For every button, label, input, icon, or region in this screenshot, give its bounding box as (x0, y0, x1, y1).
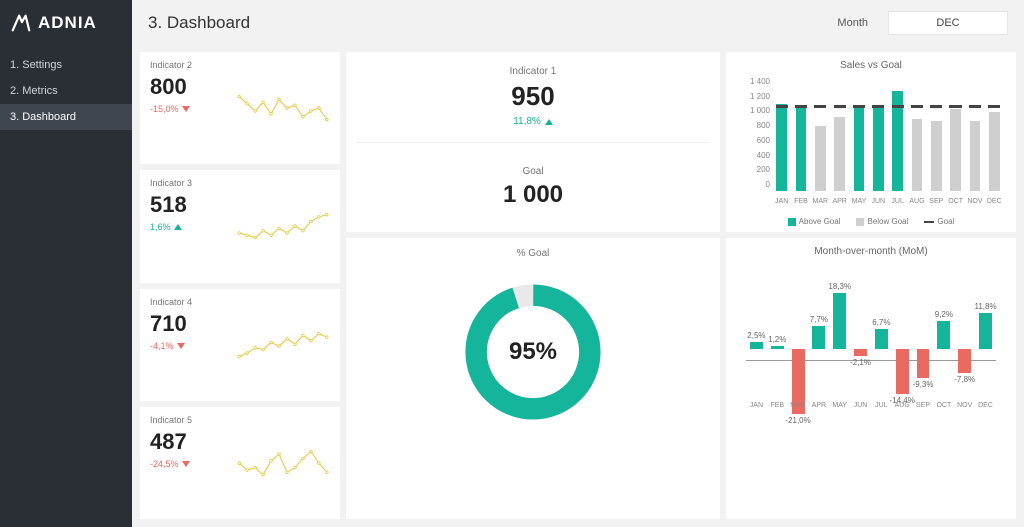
goal-title: Goal (522, 166, 543, 177)
goal-value: 1 000 (503, 181, 563, 209)
mom-bar-apr: 7,7%APR (808, 265, 829, 393)
arrow-down-icon (177, 343, 185, 349)
indicator-delta: -4,1% (150, 341, 228, 351)
sidebar: ADNIA 1. Settings 2. Metrics 3. Dashboar… (0, 0, 132, 527)
sales-bar-jul: JUL (890, 75, 905, 191)
indicator1-value: 950 (511, 81, 554, 112)
sales-bar-jun: JUN (871, 75, 886, 191)
indicator1-delta: 11,8% (513, 116, 553, 127)
mom-bar-nov: -7,8%NOV (954, 265, 975, 393)
indicator-card-2: Indicator 2 800 -15,0% (140, 52, 340, 164)
mom-bar-may: 18,3%MAY (829, 265, 850, 393)
sales-bar-apr: APR (832, 75, 847, 191)
dashboard-grid: Indicator 1 950 11,8% Goal 1 000 Sales v… (132, 46, 1024, 527)
metric-goal: Goal 1 000 (346, 143, 720, 233)
mom-bars: 2,5%JAN1,2%FEB-21,0%MAR7,7%APR18,3%MAY-2… (740, 261, 1002, 411)
mom-bar-sep: -9,3%SEP (913, 265, 934, 393)
indicator-value: 710 (150, 311, 228, 337)
indicator-card-5: Indicator 5 487 -24,5% (140, 407, 340, 519)
sidebar-item-metrics[interactable]: 2. Metrics (0, 78, 132, 104)
sidebar-item-dashboard[interactable]: 3. Dashboard (0, 104, 132, 130)
metric-indicator1: Indicator 1 950 11,8% (346, 52, 720, 142)
card-sales-vs-goal: Sales vs Goal 1 4001 2001 00080060040020… (726, 52, 1016, 232)
sparkline (236, 297, 330, 393)
sales-goal-title: Sales vs Goal (740, 60, 1002, 71)
topbar: 3. Dashboard Month DEC (132, 0, 1024, 46)
logo-icon (10, 12, 32, 34)
indicator-title: Indicator 4 (150, 297, 228, 307)
indicator-value: 487 (150, 429, 228, 455)
mom-bar-jan: 2,5%JAN (746, 265, 767, 393)
mom-bar-feb: 1,2%FEB (767, 265, 788, 393)
sales-bar-aug: AUG (909, 75, 924, 191)
indicator-title: Indicator 2 (150, 60, 228, 70)
indicator-delta: -24,5% (150, 459, 228, 469)
arrow-down-icon (182, 461, 190, 467)
mom-bar-jul: 6,7%JUL (871, 265, 892, 393)
sales-bar-jan: JAN (774, 75, 789, 191)
sidebar-item-settings[interactable]: 1. Settings (0, 52, 132, 78)
sparkline (236, 178, 330, 274)
indicator-card-3: Indicator 3 518 1,6% (140, 170, 340, 282)
indicator-delta: 1,6% (150, 222, 228, 232)
month-select[interactable]: DEC (888, 11, 1008, 35)
sales-goal-legend: Above Goal Below Goal Goal (740, 217, 1002, 226)
sales-goal-yaxis: 1 4001 2001 0008006004002000 (740, 75, 774, 205)
sidebar-nav: 1. Settings 2. Metrics 3. Dashboard (0, 52, 132, 130)
mom-bar-mar: -21,0%MAR (788, 265, 809, 393)
side-indicators-column: Indicator 2800-15,0%Indicator 35181,6%In… (140, 52, 340, 519)
card-pct-goal: % Goal 95% (346, 238, 720, 519)
sales-bar-sep: SEP (929, 75, 944, 191)
sales-bar-oct: OCT (948, 75, 963, 191)
mom-bar-aug: -14,4%AUG (892, 265, 913, 393)
sales-bar-feb: FEB (793, 75, 808, 191)
indicator-value: 518 (150, 192, 228, 218)
indicator-title: Indicator 5 (150, 415, 228, 425)
arrow-up-icon (545, 119, 553, 125)
card-mom: Month-over-month (MoM) 2,5%JAN1,2%FEB-21… (726, 238, 1016, 519)
brand-text: ADNIA (38, 13, 97, 33)
indicator-card-4: Indicator 4 710 -4,1% (140, 289, 340, 401)
sales-bar-mar: MAR (813, 75, 828, 191)
pct-goal-donut: 95% (458, 277, 608, 427)
mom-title: Month-over-month (MoM) (740, 246, 1002, 257)
sparkline (236, 415, 330, 511)
sales-bar-nov: NOV (967, 75, 982, 191)
main-area: 3. Dashboard Month DEC Indicator 1 950 1… (132, 0, 1024, 527)
sales-bar-may: MAY (851, 75, 866, 191)
sparkline (236, 60, 330, 156)
pct-goal-title: % Goal (517, 248, 550, 259)
pct-goal-center: 95% (458, 277, 608, 427)
arrow-down-icon (182, 106, 190, 112)
app-root: ADNIA 1. Settings 2. Metrics 3. Dashboar… (0, 0, 1024, 527)
card-indicator1-goal: Indicator 1 950 11,8% Goal 1 000 (346, 52, 720, 232)
page-title: 3. Dashboard (148, 13, 250, 33)
arrow-up-icon (174, 224, 182, 230)
indicator-title: Indicator 3 (150, 178, 228, 188)
sales-bar-dec: DEC (987, 75, 1002, 191)
sales-goal-bars: JAN FEB MAR APR MAY JUN JUL AUG SEP OCT NOV DEC (774, 75, 1002, 205)
mom-bar-oct: 9,2%OCT (933, 265, 954, 393)
mom-bar-dec: 11,8%DEC (975, 265, 996, 393)
brand-logo: ADNIA (0, 0, 132, 52)
month-label: Month (837, 17, 868, 29)
indicator-value: 800 (150, 74, 228, 100)
indicator-delta: -15,0% (150, 104, 228, 114)
indicator1-title: Indicator 1 (510, 66, 557, 77)
mom-bar-jun: -2,1%JUN (850, 265, 871, 393)
